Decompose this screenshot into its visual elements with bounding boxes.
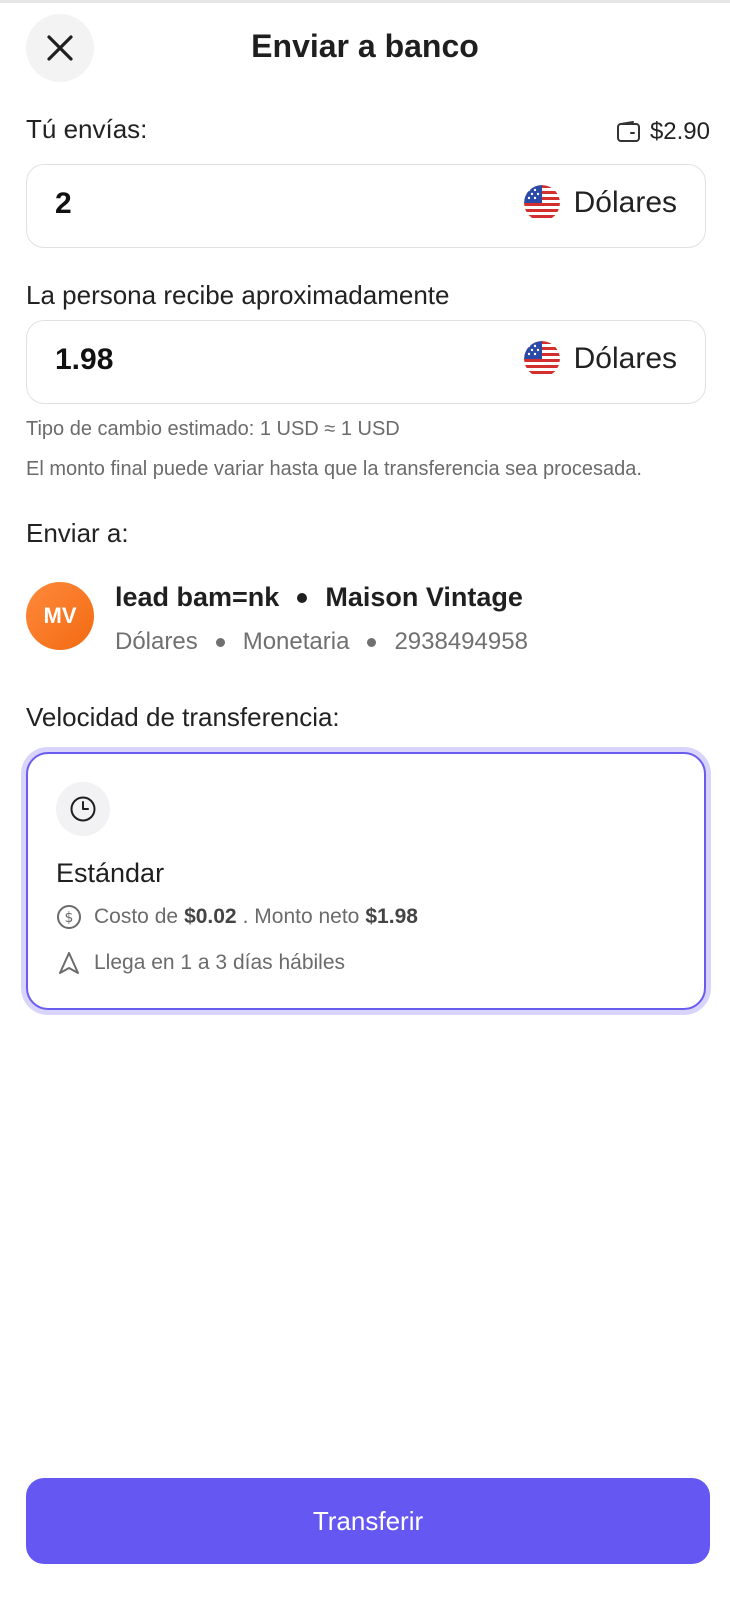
recipient-business: Maison Vintage (325, 582, 523, 612)
top-divider (0, 0, 730, 3)
balance-amount: $2.90 (649, 118, 710, 145)
send-currency-label: Dólares (573, 186, 677, 219)
speed-option-standard[interactable]: Estándar $ Costo de $0.02 . Monto neto $… (26, 752, 706, 1010)
clock-icon (70, 796, 96, 822)
recipient-account-type: Monetaria (242, 628, 350, 655)
avatar: MV (26, 582, 94, 650)
send-label: Tú envías: (26, 114, 148, 144)
receive-amount-value[interactable]: 1.98 (55, 343, 113, 377)
navigation-arrow-icon (59, 952, 79, 974)
eta-text: Llega en 1 a 3 días hábiles (94, 951, 346, 974)
speed-option-title: Estándar (56, 858, 165, 888)
recipient-currency: Dólares (115, 628, 198, 655)
receive-currency-selector[interactable]: Dólares (523, 341, 677, 377)
speed-cost-line: $ Costo de $0.02 . Monto neto $1.98 (56, 904, 424, 930)
send-amount-field[interactable]: 2 Dólares (26, 164, 706, 248)
recipient-meta-row: Dólares Monetaria 2938494958 (115, 628, 528, 656)
wallet-balance: $2.90 (616, 118, 710, 146)
page-title: Enviar a banco (251, 28, 479, 64)
us-flag-icon (523, 341, 560, 377)
transfer-button[interactable]: Transferir (26, 1478, 710, 1564)
send-currency-selector[interactable]: Dólares (523, 185, 677, 221)
separator-dot (215, 637, 225, 647)
speed-section-label: Velocidad de transferencia: (26, 702, 340, 732)
receive-amount-field[interactable]: 1.98 Dólares (26, 320, 706, 404)
amount-disclaimer: El monto final puede variar hasta que la… (26, 458, 642, 480)
cost-prefix: Costo de (94, 905, 179, 928)
wallet-icon (616, 121, 640, 142)
dollar-circle-icon: $ (57, 905, 81, 929)
recipient-name-row: lead bam=nk Maison Vintage (115, 582, 523, 613)
net-prefix: . Monto neto (242, 905, 360, 928)
send-amount-value[interactable]: 2 (55, 187, 72, 221)
clock-icon-badge (56, 782, 110, 836)
separator-dot (297, 592, 308, 603)
speed-eta-line: Llega en 1 a 3 días hábiles (56, 950, 345, 976)
separator-dot (367, 637, 377, 647)
header: Enviar a banco (0, 14, 730, 82)
receive-label: La persona recibe aproximadamente (26, 280, 450, 310)
svg-text:$: $ (65, 910, 74, 926)
recipient-section-label: Enviar a: (26, 518, 129, 548)
net-value: $1.98 (365, 905, 418, 928)
exchange-rate-note: Tipo de cambio estimado: 1 USD ≈ 1 USD (26, 418, 400, 440)
recipient-name: lead bam=nk (115, 582, 280, 612)
recipient-account-number: 2938494958 (394, 628, 528, 655)
receive-currency-label: Dólares (573, 342, 677, 375)
us-flag-icon (523, 185, 560, 221)
cost-value: $0.02 (184, 905, 237, 928)
